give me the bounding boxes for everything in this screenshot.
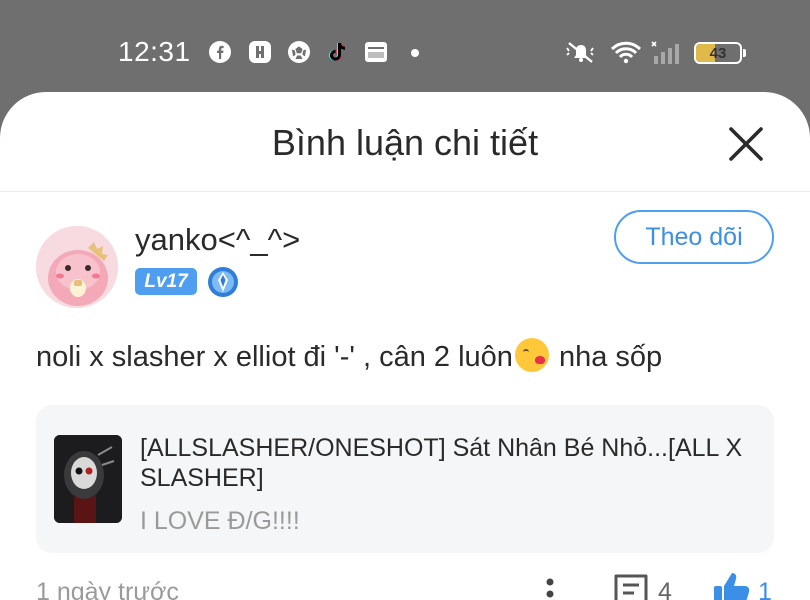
story-title: [ALLSLASHER/ONESHOT] Sát Nhân Bé Nhỏ...[… (140, 434, 743, 492)
username[interactable]: yanko<^_^> (135, 222, 300, 258)
story-cover-image (54, 435, 122, 523)
rank-shield-icon (208, 267, 238, 297)
like-count: 1 (758, 578, 772, 600)
status-bar: 12:31 43 (0, 0, 810, 92)
comment-text-tail: nha sốp (550, 341, 663, 373)
level-badge: Lv17 (135, 268, 197, 295)
avatar[interactable] (36, 226, 118, 308)
comment-text: noli x slasher x elliot đi '-' , cân 2 l… (36, 338, 662, 374)
sheet-header: Bình luận chi tiết (0, 92, 810, 192)
reply-count: 4 (658, 578, 672, 600)
reply-icon[interactable] (612, 572, 650, 600)
more-options-icon[interactable] (536, 574, 564, 600)
soccer-app-icon (288, 41, 310, 63)
thumbs-up-icon[interactable] (712, 570, 752, 600)
close-icon[interactable] (722, 120, 770, 168)
story-card[interactable]: [ALLSLASHER/ONESHOT] Sát Nhân Bé Nhỏ...[… (36, 405, 774, 553)
story-excerpt: I LOVE Đ/G!!!! (140, 507, 300, 535)
h-app-icon (249, 41, 271, 63)
tiktok-icon (329, 43, 346, 61)
facebook-icon (209, 41, 231, 63)
battery-level: 43 (709, 45, 727, 62)
follow-button[interactable]: Theo dõi (614, 210, 774, 264)
pink-dinosaur-avatar-image (36, 226, 118, 308)
wifi-icon (610, 41, 642, 64)
silent-mode-icon (566, 42, 594, 63)
story-cover-art (54, 435, 122, 523)
news-app-icon (365, 42, 387, 62)
kissing-face-emoji-icon (514, 338, 549, 372)
status-time: 12:31 (118, 36, 191, 67)
cell-signal-icon (651, 41, 679, 64)
comment-text-main: noli x slasher x elliot đi '-' , cân 2 l… (36, 341, 513, 373)
comment-detail-sheet: Bình luận chi tiết yanko<^_^> Lv17 Theo … (0, 92, 810, 600)
sheet-title: Bình luận chi tiết (271, 122, 539, 163)
more-notifications-dot (411, 49, 419, 57)
comment-timestamp: 1 ngày trước (36, 578, 179, 600)
battery-indicator: 43 (694, 42, 742, 64)
battery-cap (743, 49, 746, 57)
